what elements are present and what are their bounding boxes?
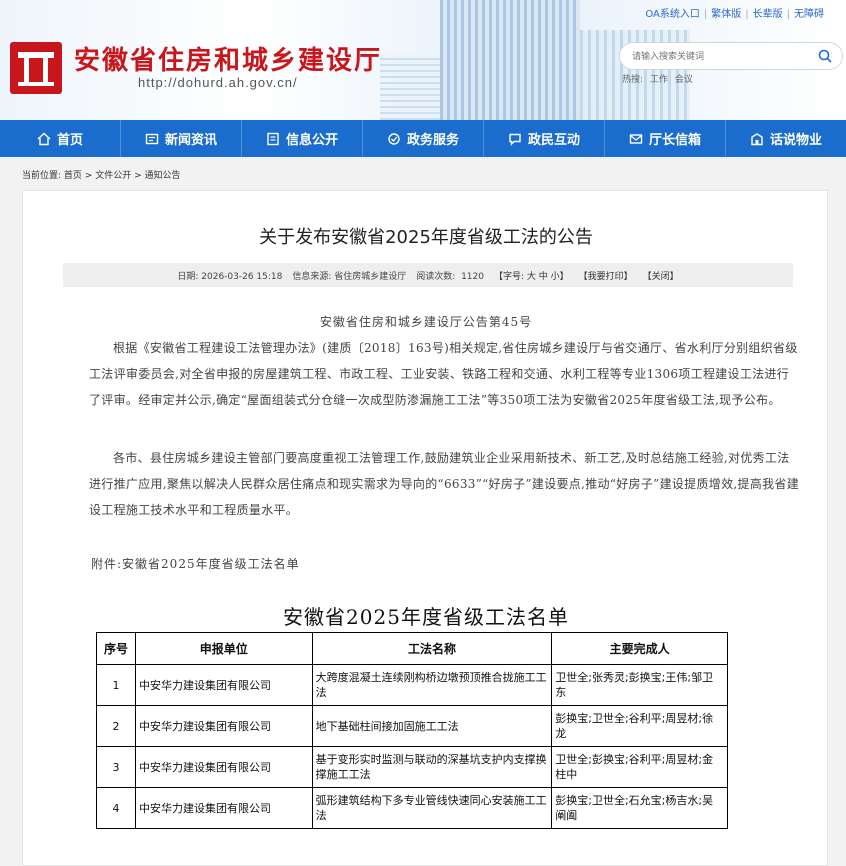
chat-icon [509, 133, 521, 146]
applicant-unit: 中安华力建设集团有限公司 [134, 664, 313, 706]
elderly-version-link[interactable]: 长辈版 [753, 9, 783, 20]
mailbox-icon [629, 133, 643, 144]
nav-label: 政务服务 [406, 133, 459, 148]
nav-label: 信息公开 [285, 133, 338, 148]
table-title: 安徽省2025年度省级工法名单 [283, 605, 569, 629]
nav-label: 厅长信箱 [648, 133, 701, 148]
nav-label: 话说物业 [769, 133, 822, 148]
building-illustration [380, 55, 440, 120]
nav-label: 新闻资讯 [164, 133, 217, 148]
article-panel: 关于发布安徽省2025年度省级工法的公告 日期: 2026-03-26 15:1… [22, 190, 828, 866]
breadcrumb-file-disclosure[interactable]: 文件公开 [95, 171, 131, 181]
home-icon [37, 132, 51, 145]
attachment-note[interactable]: 附件:安徽省2025年度省级工法名单 [91, 555, 801, 572]
service-icon [388, 132, 400, 145]
article-source: 信息来源: 省住房城乡建设厅 [292, 271, 407, 282]
accessibility-link[interactable]: 无障碍 [794, 9, 824, 20]
header-cell: 序号 [96, 632, 136, 665]
top-links: OA系统入口 | 繁体版 | 长辈版 | 无障碍 [645, 9, 824, 20]
methods-table: 序号 申报单位 工法名称 主要完成人 1 中安华力建设集团有限公司 大跨度混凝土… [96, 632, 728, 829]
article-paragraph: 各市、县住房城乡建设主管部门要高度重视工法管理工作,鼓励建筑业企业采用新技术、新… [89, 451, 799, 517]
table-row: 4 中安华力建设集团有限公司 弧形建筑结构下多专业管线快速同心安装施工工法 彭换… [96, 787, 728, 829]
close-link[interactable]: 【关闭】 [643, 269, 679, 282]
nav-item-info-disclosure[interactable]: 信息公开 [242, 120, 363, 157]
table-row: 2 中安华力建设集团有限公司 地下基础柱间接加固施工工法 彭换宝;卫世全;谷利平… [96, 705, 728, 747]
header-cell: 主要完成人 [551, 632, 728, 665]
announcement-number: 安徽省住房和城乡建设厅公告第45号 [319, 315, 533, 329]
nav-item-news[interactable]: 新闻资讯 [121, 120, 242, 157]
article-title: 关于发布安徽省2025年度省级工法的公告 [259, 227, 593, 248]
article-paragraph: 根据《安徽省工程建设工法管理办法》(建质〔2018〕163号)相关规定,省住房城… [89, 341, 798, 407]
method-name: 地下基础柱间接加固施工工法 [311, 705, 553, 747]
header-cell: 申报单位 [134, 632, 313, 665]
method-name: 大跨度混凝土连续刚构桥边墩预顶推合拢施工工法 [311, 664, 553, 706]
hot-search-item[interactable]: 工作 [650, 75, 668, 85]
applicant-unit: 中安华力建设集团有限公司 [134, 705, 313, 747]
search-box [619, 42, 843, 70]
breadcrumb-sep: > [131, 171, 145, 181]
hot-label: 热搜: [622, 75, 644, 85]
main-contributors: 卫世全;彭换宝;谷利平;周昱材;金柱中 [551, 746, 728, 788]
font-size-control[interactable]: 【字号: 大 中 小】 [494, 269, 569, 282]
print-link[interactable]: 【我要打印】 [579, 269, 633, 282]
reads-count: 1120 [461, 271, 484, 282]
search-input[interactable] [632, 49, 812, 65]
property-icon [751, 132, 763, 145]
nav-label: 政民互动 [527, 133, 580, 148]
article-meta: 日期: 2026-03-26 15:18 信息来源: 省住房城乡建设厅 阅读次数… [63, 263, 793, 287]
table-row: 1 中安华力建设集团有限公司 大跨度混凝土连续刚构桥边墩预顶推合拢施工工法 卫世… [96, 664, 728, 706]
hot-search-item[interactable]: 会议 [675, 75, 693, 85]
breadcrumb: 当前位置: 首页 > 文件公开 > 通知公告 [22, 168, 181, 181]
site-url: http://dohurd.ah.gov.cn/ [138, 75, 298, 90]
method-name: 基于变形实时监测与联动的深基坑支护内支撑换撑施工工法 [311, 746, 553, 788]
breadcrumb-notice[interactable]: 通知公告 [144, 171, 180, 181]
breadcrumb-prefix: 当前位置: [22, 171, 62, 181]
reads-label: 阅读次数: [416, 271, 456, 282]
main-nav: 首页 新闻资讯 信息公开 政务服务 政民互动 厅长信箱 话说物业 [0, 120, 846, 157]
nav-item-interaction[interactable]: 政民互动 [484, 120, 605, 157]
method-name: 弧形建筑结构下多专业管线快速同心安装施工工法 [311, 787, 553, 829]
applicant-unit: 中安华力建设集团有限公司 [134, 746, 313, 788]
breadcrumb-sep: > [81, 171, 96, 181]
hot-searches: 热搜: 工作 会议 [622, 72, 697, 85]
search-icon[interactable] [818, 49, 832, 63]
news-icon [145, 133, 159, 144]
row-number: 2 [96, 705, 136, 747]
document-icon [267, 132, 279, 145]
site-title[interactable]: 安徽省住房和城乡建设厅 [74, 40, 382, 77]
article-reads: 阅读次数: 1120 [416, 269, 484, 282]
site-logo[interactable] [10, 42, 62, 94]
nav-label: 首页 [56, 133, 83, 148]
applicant-unit: 中安华力建设集团有限公司 [134, 787, 313, 829]
oa-system-link[interactable]: OA系统入口 [645, 9, 700, 20]
nav-item-home[interactable]: 首页 [0, 120, 121, 157]
article-date: 日期: 2026-03-26 15:18 [177, 271, 283, 282]
building-illustration [440, 0, 580, 120]
nav-item-director-mailbox[interactable]: 厅长信箱 [605, 120, 726, 157]
row-number: 3 [96, 746, 136, 788]
nav-item-gov-services[interactable]: 政务服务 [363, 120, 484, 157]
main-contributors: 卫世全;张秀灵;彭换宝;王伟;邹卫东 [551, 664, 728, 706]
row-number: 1 [96, 664, 136, 706]
main-contributors: 彭换宝;卫世全;石允宝;杨吉水;吴阐阖 [551, 787, 728, 829]
traditional-chinese-link[interactable]: 繁体版 [711, 9, 741, 20]
header-cell: 工法名称 [311, 632, 553, 665]
table-header-row: 序号 申报单位 工法名称 主要完成人 [96, 632, 728, 665]
table-row: 3 中安华力建设集团有限公司 基于变形实时监测与联动的深基坑支护内支撑换撑施工工… [96, 746, 728, 788]
site-header: 安徽省住房和城乡建设厅 http://dohurd.ah.gov.cn/ OA系… [0, 0, 846, 120]
breadcrumb-home[interactable]: 首页 [64, 171, 82, 181]
main-contributors: 彭换宝;卫世全;谷利平;周昱材;徐龙 [551, 705, 728, 747]
row-number: 4 [96, 787, 136, 829]
nav-item-property-talk[interactable]: 话说物业 [726, 120, 846, 157]
